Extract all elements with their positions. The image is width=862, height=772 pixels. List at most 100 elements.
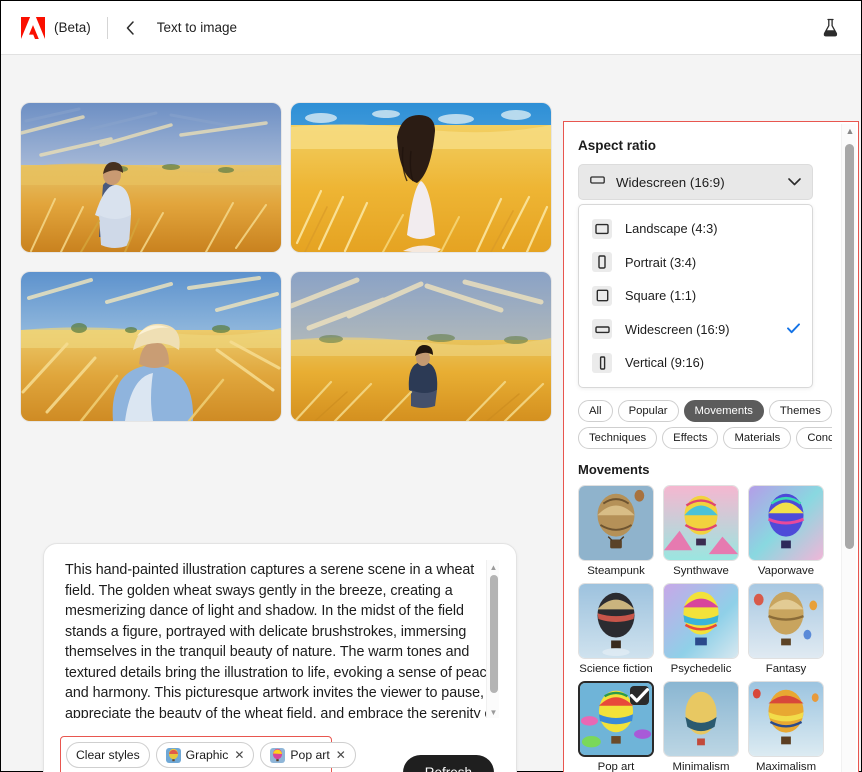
check-icon — [630, 685, 649, 705]
refresh-button[interactable]: Refresh — [402, 755, 494, 772]
filter-row-2: Techniques Effects Materials Concepts — [578, 426, 832, 449]
prompt-text: This hand-painted illustration captures … — [65, 562, 496, 718]
style-chip-label: Pop art — [290, 748, 330, 762]
style-category-filters: All Popular Movements Themes Techniques … — [578, 399, 832, 449]
side-panel-scrollbar[interactable]: ▲ ▼ — [841, 124, 856, 772]
style-card-synthwave[interactable]: Synthwave — [663, 484, 739, 577]
adobe-logo — [21, 16, 45, 39]
side-panel-scrollbar-thumb[interactable] — [845, 144, 854, 549]
style-label: Pop art — [597, 760, 635, 772]
portrait-icon — [592, 252, 612, 273]
clear-styles-button[interactable]: Clear styles — [66, 742, 150, 768]
app-header: (Beta) Text to image — [1, 1, 861, 55]
filter-materials[interactable]: Materials — [723, 426, 792, 449]
aspect-ratio-select[interactable]: Widescreen (16:9) — [578, 164, 813, 200]
beaker-icon[interactable] — [817, 15, 843, 41]
style-thumbnail — [748, 582, 824, 659]
style-chips-group: Clear styles Graphic ✕ Pop art ✕ — [60, 736, 356, 772]
widescreen-icon — [590, 173, 605, 191]
page-title: Text to image — [156, 20, 238, 35]
prompt-textarea[interactable]: This hand-painted illustration captures … — [65, 560, 502, 718]
widescreen-icon — [592, 319, 612, 340]
square-icon — [592, 285, 612, 306]
style-thumbnail — [663, 680, 739, 757]
style-card-science-fiction[interactable]: Science fiction — [578, 582, 654, 675]
style-thumbnail — [748, 680, 824, 757]
filter-techniques[interactable]: Techniques — [578, 426, 658, 449]
prompt-panel: This hand-painted illustration captures … — [43, 543, 517, 772]
filter-concepts[interactable]: Concepts — [796, 426, 832, 449]
header-divider — [106, 16, 108, 39]
vertical-icon — [592, 352, 612, 373]
filter-themes[interactable]: Themes — [768, 399, 832, 422]
style-label: Psychedelic — [670, 662, 732, 675]
ratio-option-label: Vertical (9:16) — [625, 355, 704, 371]
generated-image-3[interactable] — [21, 272, 281, 421]
style-chip-label: Graphic — [185, 748, 229, 762]
chevron-left-icon[interactable] — [122, 19, 140, 37]
style-label: Science fiction — [579, 662, 653, 675]
generated-image-2[interactable] — [291, 103, 551, 252]
filter-movements[interactable]: Movements — [683, 399, 764, 422]
prompt-scrollbar-thumb[interactable] — [489, 575, 498, 693]
style-card-fantasy[interactable]: Fantasy — [748, 582, 824, 675]
style-card-pop-art[interactable]: Pop art — [578, 680, 654, 772]
style-label: Maximalism — [755, 760, 817, 772]
beta-label: (Beta) — [54, 20, 91, 35]
style-chip-graphic[interactable]: Graphic ✕ — [155, 742, 255, 768]
style-thumbnail — [663, 484, 739, 561]
check-icon — [787, 322, 800, 337]
ratio-option-label: Landscape (4:3) — [625, 221, 718, 237]
side-panel-content: Aspect ratio Widescreen (16:9) Landscape… — [564, 122, 832, 772]
ratio-option-landscape[interactable]: Landscape (4:3) — [579, 212, 812, 246]
style-label: Minimalism — [672, 760, 730, 772]
style-thumbnail — [578, 484, 654, 561]
landscape-icon — [592, 218, 612, 239]
style-thumbnail — [663, 582, 739, 659]
style-label: Synthwave — [673, 564, 729, 577]
prompt-scrollbar[interactable]: ▲ ▼ — [486, 560, 499, 718]
balloon-thumbnail-icon — [165, 747, 181, 763]
aspect-ratio-dropdown: Landscape (4:3) Portrait (3:4) Square (1… — [578, 204, 813, 388]
style-label: Fantasy — [765, 662, 807, 675]
filter-row-1: All Popular Movements Themes — [578, 399, 832, 422]
style-thumbnail — [578, 680, 654, 757]
ratio-option-label: Square (1:1) — [625, 288, 697, 304]
style-card-vaporwave[interactable]: Vaporwave — [748, 484, 824, 577]
style-thumbnail — [748, 484, 824, 561]
filter-all[interactable]: All — [578, 399, 613, 422]
caret-up-icon[interactable]: ▲ — [845, 126, 855, 136]
aspect-ratio-value: Widescreen (16:9) — [616, 174, 725, 190]
style-card-psychedelic[interactable]: Psychedelic — [663, 582, 739, 675]
ratio-option-label: Portrait (3:4) — [625, 254, 697, 270]
generated-image-1[interactable] — [21, 103, 281, 252]
caret-down-icon[interactable]: ▼ — [489, 708, 498, 717]
style-chip-pop-art[interactable]: Pop art ✕ — [260, 742, 356, 768]
style-label: Vaporwave — [757, 564, 815, 577]
aspect-ratio-heading: Aspect ratio — [578, 138, 657, 153]
caret-up-icon[interactable]: ▲ — [489, 563, 498, 572]
ratio-option-vertical[interactable]: Vertical (9:16) — [579, 346, 812, 380]
ratio-option-square[interactable]: Square (1:1) — [579, 279, 812, 313]
page-body: This hand-painted illustration captures … — [1, 55, 861, 772]
style-label: Steampunk — [587, 564, 645, 577]
styles-side-panel: Aspect ratio Widescreen (16:9) Landscape… — [563, 121, 859, 772]
close-icon[interactable]: ✕ — [336, 748, 346, 762]
filter-effects[interactable]: Effects — [662, 426, 719, 449]
style-card-maximalism[interactable]: Maximalism — [748, 680, 824, 772]
chevron-down-icon — [788, 173, 801, 191]
close-icon[interactable]: ✕ — [234, 748, 244, 762]
style-chips-row-1: Clear styles Graphic ✕ Pop art ✕ — [66, 742, 356, 768]
generated-image-4[interactable] — [291, 272, 551, 421]
style-thumbnail-grid: Steampunk Synthwave Vaporwave Science fi… — [578, 484, 826, 772]
ratio-option-label: Widescreen (16:9) — [625, 321, 730, 337]
filter-popular[interactable]: Popular — [617, 399, 679, 422]
ratio-option-portrait[interactable]: Portrait (3:4) — [579, 246, 812, 280]
style-card-minimalism[interactable]: Minimalism — [663, 680, 739, 772]
style-card-steampunk[interactable]: Steampunk — [578, 484, 654, 577]
balloon-thumbnail-icon — [270, 747, 286, 763]
ratio-option-widescreen[interactable]: Widescreen (16:9) — [579, 313, 812, 347]
movements-section-heading: Movements — [578, 461, 650, 477]
clear-styles-label: Clear styles — [76, 748, 140, 762]
style-thumbnail — [578, 582, 654, 659]
